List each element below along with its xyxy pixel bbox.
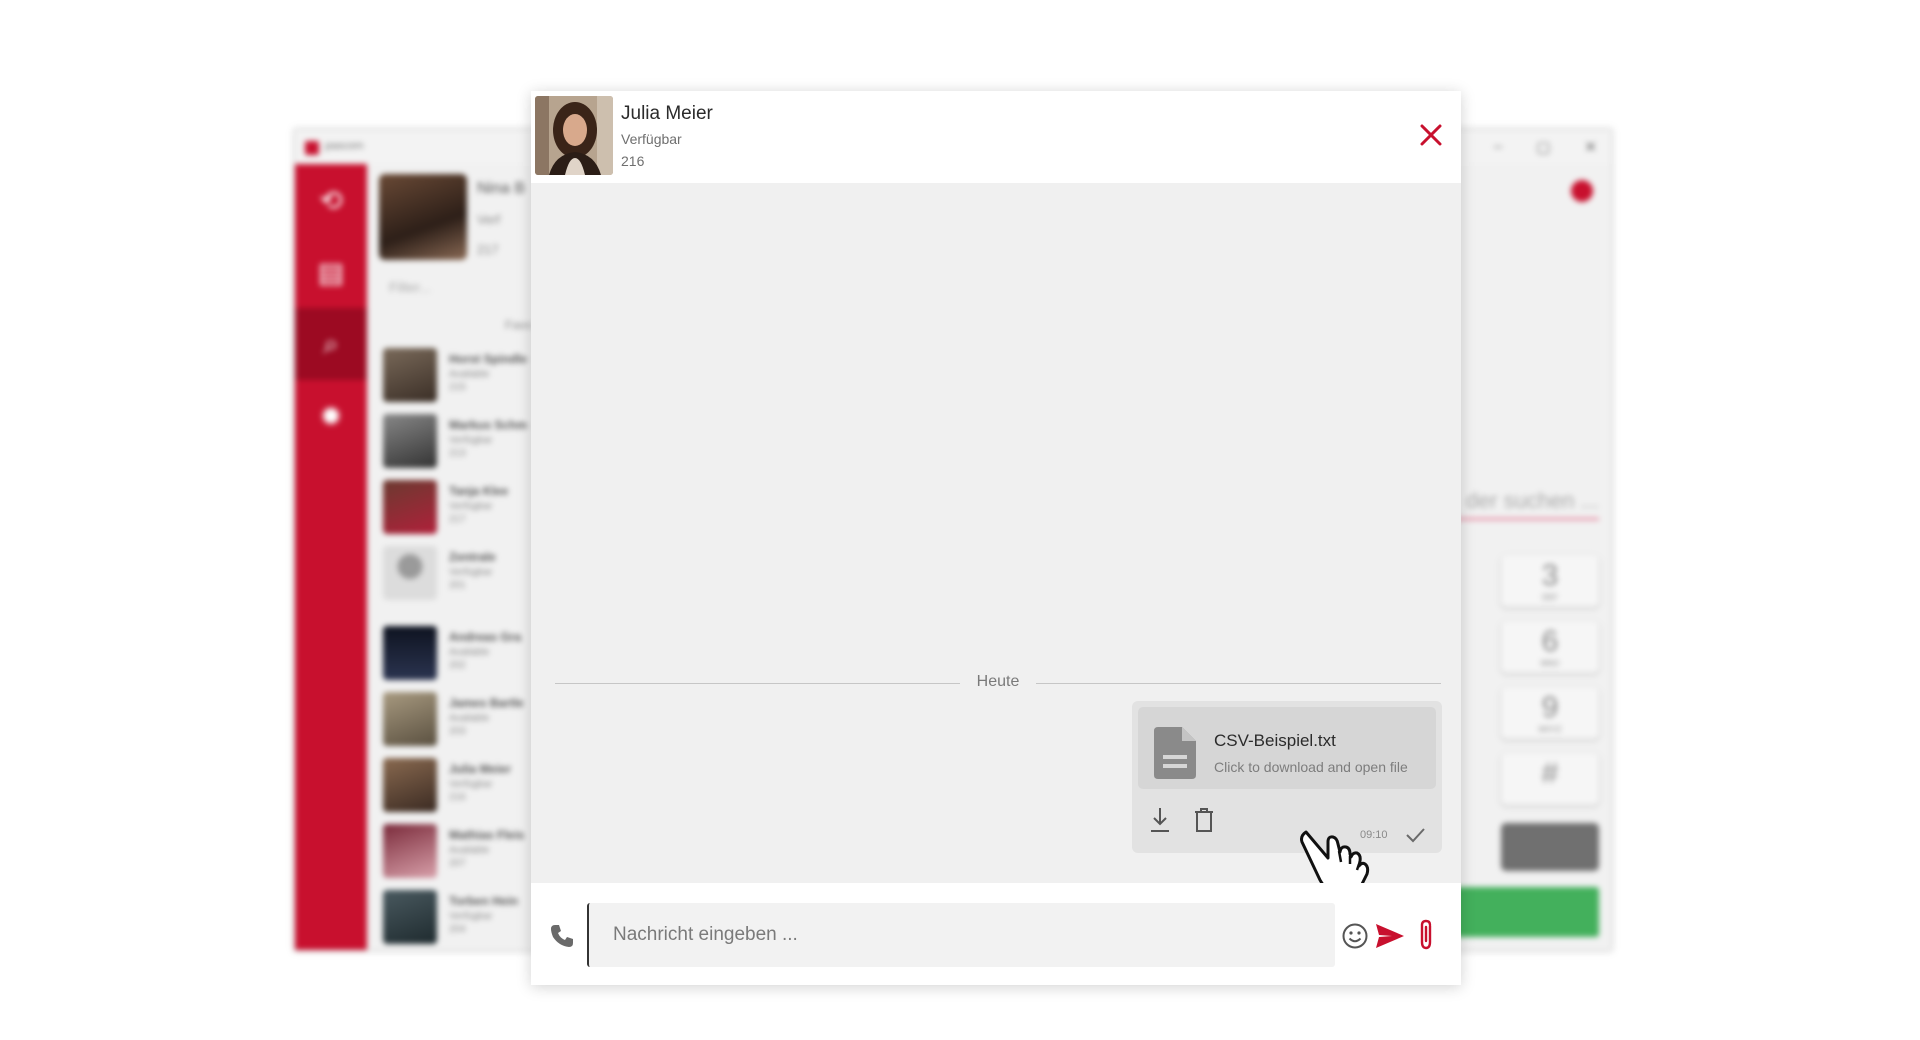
profile-status: Verf [477,212,501,227]
dialer-search-input[interactable]: der suchen ... [1449,488,1599,520]
contact-avatar [535,96,613,175]
history-nav-icon[interactable]: ⟲ [295,164,367,236]
minimize-button[interactable]: – [1494,138,1502,156]
contact-name: Markus Schm [449,418,528,432]
nav-rail: ⟲ ▤ ⌕ ✹ [295,164,367,950]
send-icon [1376,924,1404,948]
contact-avatar [383,348,437,402]
dial-key-letters: WXYZ [1538,725,1562,734]
profile-name: Nina B [477,180,526,197]
dialer-toggle[interactable] [1501,823,1599,871]
paperclip-icon [1420,919,1432,950]
contacts-nav-icon[interactable]: ▤ [295,236,367,308]
contact-avatar [383,480,437,534]
contact-extension: 216 [621,153,645,169]
contact-avatar [383,890,437,944]
contact-name: Horst Spindle [449,352,528,366]
contact-avatar [383,626,437,680]
dial-key[interactable]: 6 MNO [1501,621,1599,673]
contact-status: Verfügbar [449,567,493,578]
contact-name: James Bartle [449,696,524,710]
dial-key[interactable]: 3 DEF [1501,555,1599,607]
contact-status: Verfügbar [449,501,493,512]
contact-extension: 213 [449,448,466,459]
smiley-icon [1342,923,1368,949]
window-controls: – ▢ ✕ [1494,138,1597,156]
profile-avatar [379,174,467,260]
chat-input-bar [531,883,1461,985]
contact-name: Torben Hein [449,894,519,908]
contact-status: Verfügbar [449,911,493,922]
chat-header: Julia Meier Verfügbar 216 [531,91,1461,183]
emoji-button[interactable] [1340,921,1370,951]
contact-name: Mathias Fleis [449,828,525,842]
contact-status: Available [449,713,490,724]
contact-extension: 202 [449,660,466,671]
dial-key[interactable]: 9 WXYZ [1501,687,1599,739]
app-logo-text: pascom [325,140,364,152]
contact-name: Zentrale [449,550,496,564]
contact-extension: 204 [449,924,466,935]
contact-status: Available [449,647,490,658]
contact-name: Julia Meier [449,762,512,776]
contact-status: Available [449,369,490,380]
divider-line [1036,683,1441,684]
dialer-settings-icon[interactable] [1571,180,1593,202]
date-divider-label: Heute [976,673,1020,690]
app-logo-icon [305,141,319,155]
contact-extension: 216 [449,792,466,803]
dial-key-digit: # [1541,757,1559,790]
close-chat-button[interactable] [1415,119,1447,151]
contact-status: Verfügbar [449,779,493,790]
download-button[interactable] [1146,805,1174,835]
contact-extension: 215 [449,382,466,393]
contact-extension: 203 [449,726,466,737]
chat-window: Julia Meier Verfügbar 216 Heute CSV-Beis… [531,91,1461,985]
contact-status: Available [449,845,490,856]
contact-avatar [383,824,437,878]
search-nav-icon[interactable]: ⌕ [295,308,367,380]
close-icon [1420,124,1442,146]
dial-key-letters: DEF [1542,593,1558,602]
contact-status: Verfügbar [449,435,493,446]
settings-nav-icon[interactable]: ✹ [295,380,367,452]
contact-avatar [383,758,437,812]
send-button[interactable] [1374,921,1406,951]
file-hint: Click to download and open file [1214,759,1408,775]
contact-avatar [383,414,437,468]
contact-avatar [383,692,437,746]
file-name: CSV-Beispiel.txt [1214,731,1336,750]
contact-extension: 217 [449,514,466,525]
contact-name: Julia Meier [621,103,713,124]
dial-key-digit: 6 [1541,625,1559,658]
download-icon [1151,808,1169,832]
window-close-button[interactable]: ✕ [1584,138,1597,156]
message-input[interactable] [587,903,1335,967]
delivered-check-icon [1406,828,1425,843]
contact-extension: 207 [449,858,466,869]
maximize-button[interactable]: ▢ [1536,138,1550,156]
contact-avatar [383,546,437,600]
dial-key[interactable]: # [1501,753,1599,805]
delete-button[interactable] [1190,805,1218,835]
divider-line [555,683,960,684]
dial-key-digit: 9 [1541,691,1559,724]
file-attachment-card[interactable]: CSV-Beispiel.txt Click to download and o… [1138,707,1436,789]
contact-name: Andreas Gra [449,630,522,644]
trash-icon [1195,808,1213,832]
contact-extension: 201 [449,580,466,591]
dial-key-letters: MNO [1540,659,1560,668]
contact-status: Verfügbar [621,131,682,147]
profile-extension: 217 [477,242,499,257]
file-message-bubble: CSV-Beispiel.txt Click to download and o… [1132,701,1442,853]
attach-button[interactable] [1414,917,1438,953]
date-divider: Heute [555,673,1441,693]
dial-key-digit: 3 [1541,559,1559,592]
call-button[interactable] [549,923,575,949]
favorites-section-label: Favo [505,318,532,332]
document-icon [1154,727,1196,779]
phone-icon [551,925,573,947]
contact-name: Tanja Klee [449,484,509,498]
